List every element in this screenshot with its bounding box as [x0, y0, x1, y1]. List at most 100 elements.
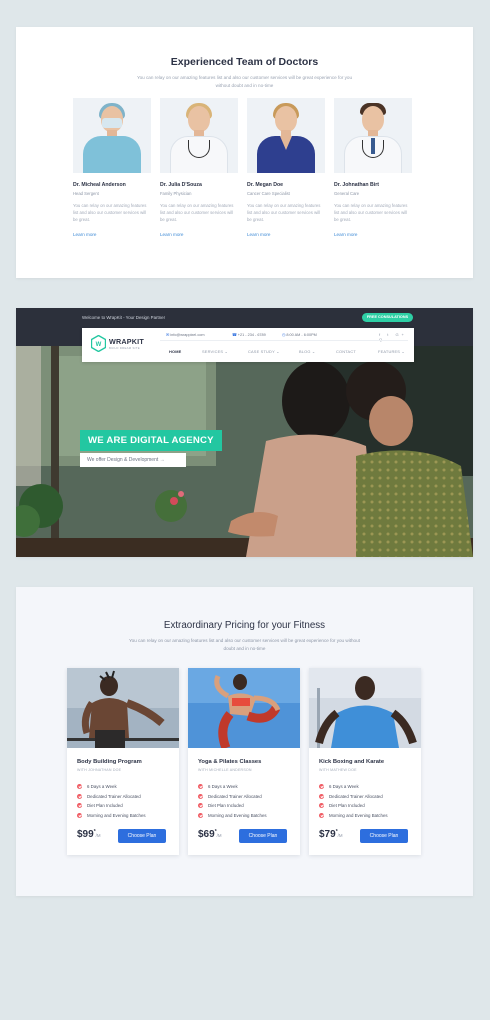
feature-item: 6 Days a Week — [319, 782, 388, 792]
plan-title: Kick Boxing and Karate — [319, 759, 385, 765]
learn-more-link[interactable]: Learn more — [73, 232, 97, 237]
learn-more-link[interactable]: Learn more — [160, 232, 184, 237]
phone-text: +21 - 234 - 6789 — [237, 333, 266, 337]
pricing-card: Body Building Program WITH JOHNATHAN DOE… — [67, 668, 179, 855]
doctor-role: General Care — [334, 191, 360, 196]
hero-cta-button[interactable]: We offer Design & Development → — [80, 453, 186, 467]
menu-label: BLOG — [299, 349, 311, 354]
hours-contact: ◷ 8:00 AM - 6:00PM — [282, 332, 317, 337]
doctor-role: Head Sergent — [73, 191, 99, 196]
pricing-title: Extraordinary Pricing for your Fitness — [163, 620, 326, 631]
menu-label: SERVICES — [202, 349, 224, 354]
feature-label: Diet Plan Included — [208, 803, 244, 809]
bodybuilder-image — [67, 668, 179, 748]
pricing-plans: Body Building Program WITH JOHNATHAN DOE… — [67, 668, 421, 855]
plan-features: 6 Days a Week Dedicated Trainer Allocate… — [198, 782, 267, 820]
price-value: $69 — [198, 829, 215, 840]
surgical-mask — [102, 118, 122, 128]
plan-price: $79*/M — [319, 829, 343, 840]
plan-photo — [309, 668, 421, 748]
doctor-face — [188, 106, 210, 132]
check-icon — [319, 803, 324, 809]
feature-item: Dedicated Trainer Allocated — [319, 792, 388, 802]
chevron-down-icon: ⌄ — [276, 349, 280, 354]
check-icon — [319, 793, 324, 799]
plan-photo — [188, 668, 300, 748]
plan-trainer: WITH MICHELLE ANDERSON — [198, 768, 252, 772]
doctor-description: You can relay on our amazing features li… — [73, 203, 147, 222]
learn-more-link[interactable]: Learn more — [334, 232, 358, 237]
doctor-face — [275, 106, 297, 132]
hero-photo — [16, 346, 473, 557]
doctor-description: You can relay on our amazing features li… — [247, 203, 321, 222]
feature-label: Dedicated Trainer Allocated — [87, 793, 141, 799]
check-icon — [198, 813, 203, 819]
doctor-card: Dr. Johnathan Birt General Care You can … — [334, 98, 412, 241]
doctor-card: Dr. Julia D'Souza Family Physician You c… — [160, 98, 238, 241]
pricing-subtitle: You can relay on our amazing features li… — [129, 638, 360, 651]
doctor-name: Dr. Julia D'Souza — [160, 182, 202, 188]
boxer-image — [309, 668, 421, 748]
phone-contact[interactable]: ☎ +21 - 234 - 6789 — [232, 332, 266, 337]
price-period: /M — [337, 833, 343, 838]
menu-blog[interactable]: BLOG ⌄ — [299, 349, 315, 354]
check-icon — [319, 813, 324, 819]
free-consultations-button[interactable]: FREE CONSULATIONS — [362, 312, 413, 322]
feature-item: Morning and Evening Batches — [198, 811, 267, 821]
check-icon — [198, 803, 203, 809]
plan-features: 6 Days a Week Dedicated Trainer Allocate… — [319, 782, 388, 820]
doctor-name: Dr. Johnathan Birt — [334, 182, 379, 188]
logo-text: WRAPKIT — [109, 337, 144, 346]
doctor-photo — [247, 98, 325, 173]
price-period: /M — [95, 833, 101, 838]
feature-item: Diet Plan Included — [77, 801, 146, 811]
choose-plan-button[interactable]: Choose Plan — [118, 829, 166, 843]
yoga-image — [188, 668, 300, 748]
feature-label: Diet Plan Included — [87, 803, 123, 809]
plan-trainer: WITH JOHNATHAN DOE — [77, 768, 122, 772]
chevron-down-icon: ⌄ — [224, 349, 228, 354]
menu-case-study[interactable]: CASE STUDY ⌄ — [248, 349, 280, 354]
scrubs — [83, 136, 141, 173]
feature-label: 6 Days a Week — [208, 784, 238, 790]
price-value: $79 — [319, 829, 336, 840]
check-icon — [77, 813, 82, 819]
pricing-card: Yoga & Pilates Classes WITH MICHELLE AND… — [188, 668, 300, 855]
nav-divider — [160, 340, 408, 341]
check-icon — [77, 793, 82, 799]
price-value: $99 — [77, 829, 94, 840]
wrapkit-logo-icon: W — [91, 335, 106, 352]
choose-plan-button[interactable]: Choose Plan — [239, 829, 287, 843]
doctor-face — [362, 106, 384, 132]
choose-plan-button[interactable]: Choose Plan — [360, 829, 408, 843]
main-navbar: W WRAPKIT BUILD DREAM SITE ✉ info@wrappi… — [82, 328, 414, 362]
chevron-down-icon: ⌄ — [401, 349, 405, 354]
menu-features[interactable]: FEATURES ⌄ — [378, 349, 405, 354]
plan-trainer: WITH MATHEW DOE — [319, 768, 357, 772]
feature-item: Dedicated Trainer Allocated — [77, 792, 146, 802]
feature-label: Morning and Evening Batches — [329, 813, 388, 819]
menu-services[interactable]: SERVICES ⌄ — [202, 349, 228, 354]
learn-more-link[interactable]: Learn more — [247, 232, 271, 237]
pricing-card: Kick Boxing and Karate WITH MATHEW DOE 6… — [309, 668, 421, 855]
menu-contact[interactable]: CONTACT — [336, 349, 356, 354]
top-bar: Welcome to WrapKit - Your Design Partner… — [16, 308, 473, 328]
feature-item: 6 Days a Week — [198, 782, 267, 792]
menu-home[interactable]: HOME — [169, 349, 181, 354]
price-period: /M — [216, 833, 222, 838]
feature-label: Morning and Evening Batches — [87, 813, 146, 819]
feature-label: Dedicated Trainer Allocated — [208, 793, 262, 799]
doctor-role: Cancer Care Specialist — [247, 191, 290, 196]
arrow-right-icon: → — [159, 457, 165, 463]
logo-tagline: BUILD DREAM SITE — [109, 346, 140, 350]
plan-price: $69*/M — [198, 829, 222, 840]
chevron-down-icon: ⌄ — [311, 349, 316, 354]
feature-item: Diet Plan Included — [198, 801, 267, 811]
email-contact[interactable]: ✉ info@wrappixel.com — [166, 332, 205, 337]
plan-photo — [67, 668, 179, 748]
doctor-role: Family Physician — [160, 191, 192, 196]
email-text: info@wrappixel.com — [170, 333, 205, 337]
check-icon — [198, 784, 203, 790]
hours-text: 8:00 AM - 6:00PM — [286, 333, 317, 337]
hero-headline: WE ARE DIGITAL AGENCY — [80, 430, 222, 451]
